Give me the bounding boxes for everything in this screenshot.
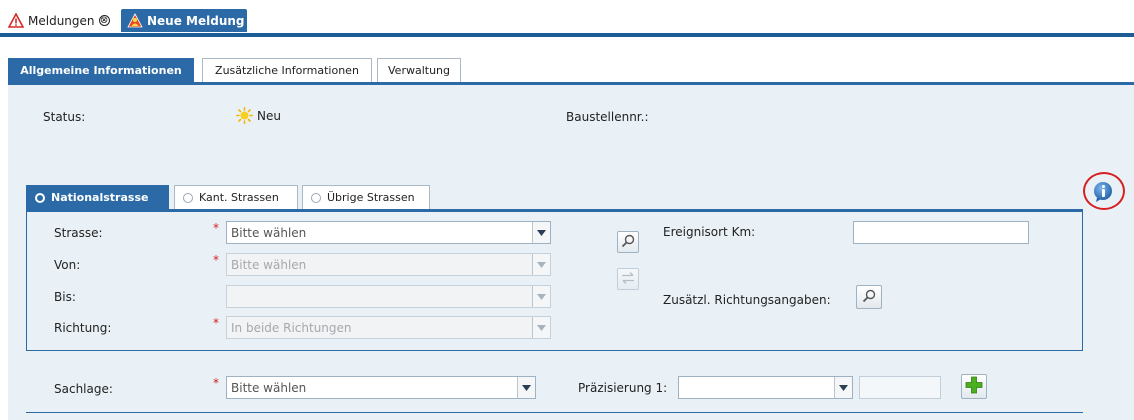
search-strasse-button[interactable] [617,231,639,253]
richtung-label: Richtung: [54,321,112,335]
doc-tab-label: Meldungen [28,13,95,28]
warning-user-icon [127,12,143,29]
chevron-down-icon[interactable] [532,222,550,243]
strasse-label: Strasse: [54,226,103,240]
richtung-value: In beide Richtungen [231,320,352,335]
swap-arrows-icon [621,271,635,288]
tab-zusaetzliche-informationen[interactable]: Zusätzliche Informationen [202,58,372,82]
ereignisort-label: Ereignisort Km: [663,225,756,239]
required-marker: * [213,376,219,390]
document-tab-bar: Meldungen ⊗ Neue Meldung ⊠ [0,0,1134,38]
radio-icon [183,192,193,203]
sachlage-value: Bitte wählen [231,380,307,395]
tab-uebrige-strassen[interactable]: Übrige Strassen [302,185,430,209]
praezisierung-select[interactable] [678,376,853,399]
close-icon[interactable]: ⊗ [98,15,110,26]
doc-tab-label: Neue Meldung [147,13,245,28]
radio-icon [311,192,321,203]
tab-bar-accent-line [0,33,1134,37]
chevron-down-icon[interactable] [517,377,535,398]
swap-direction-button[interactable] [617,268,639,290]
tab-label: Übrige Strassen [327,191,415,204]
praezisierung-label: Präzisierung 1: [578,381,668,395]
tab-label: Kant. Strassen [199,191,279,204]
praezisierung-extra-input[interactable] [859,376,941,399]
plus-icon [965,376,983,397]
bis-label: Bis: [54,290,76,304]
magnifier-icon [621,234,635,251]
doc-tab-neue-meldung[interactable]: Neue Meldung ⊠ [121,9,259,32]
sachlage-label: Sachlage: [54,382,113,396]
tab-nationalstrasse[interactable]: Nationalstrasse [26,185,169,209]
strasse-value: Bitte wählen [231,225,307,240]
required-marker: * [213,221,219,235]
chevron-down-icon[interactable] [532,286,550,307]
add-praezisierung-button[interactable] [961,374,987,399]
von-select[interactable]: Bitte wählen [226,253,551,276]
radio-selected-icon [35,192,45,203]
von-label: Von: [54,258,81,272]
required-marker: * [213,316,219,330]
baustellennr-label: Baustellennr.: [566,110,649,124]
strasse-select[interactable]: Bitte wählen [226,221,551,244]
status-value: Neu [257,109,281,123]
warning-icon [7,11,25,29]
bis-select[interactable] [226,285,551,308]
ereignisort-input[interactable] [853,221,1029,244]
richtung-select[interactable]: In beide Richtungen [226,316,551,339]
zusatz-label: Zusätzl. Richtungsangaben: [663,293,831,307]
von-value: Bitte wählen [231,257,307,272]
required-marker: * [213,253,219,267]
section-divider [26,412,1083,413]
sun-icon [236,107,254,125]
info-icon[interactable] [1092,181,1114,203]
chevron-down-icon[interactable] [532,317,550,338]
magnifier-icon [862,289,876,306]
chevron-down-icon[interactable] [834,377,852,398]
doc-tab-meldungen[interactable]: Meldungen ⊗ [2,9,118,32]
close-icon[interactable]: ⊠ [248,15,259,26]
tab-verwaltung[interactable]: Verwaltung [377,58,461,82]
chevron-down-icon[interactable] [532,254,550,275]
tab-allgemeine-informationen[interactable]: Allgemeine Informationen [8,58,194,82]
search-zusatz-button[interactable] [856,285,882,309]
tab-kant-strassen[interactable]: Kant. Strassen [174,185,298,209]
tab-label: Nationalstrasse [51,191,149,204]
sachlage-select[interactable]: Bitte wählen [226,376,536,399]
status-label: Status: [43,110,86,124]
